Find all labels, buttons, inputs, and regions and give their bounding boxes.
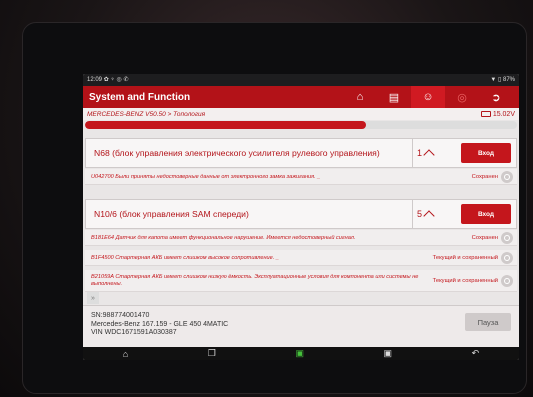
vehicle-model: Mercedes-Benz 167.159 - GLE 450 4MATIC	[91, 320, 229, 328]
dtc-status: Сохранен	[471, 173, 498, 180]
chevron-up-icon[interactable]	[423, 210, 435, 222]
dtc-description: B181E64 Датчик для капота имеет функцион…	[91, 234, 356, 241]
search-icon[interactable]	[501, 170, 513, 183]
serial-number: SN:988774001470	[91, 312, 150, 319]
enter-button-wrap: Вход	[456, 139, 516, 167]
search-icon[interactable]	[501, 231, 513, 244]
dtc-description: U042700 Были приняты недостоверные данны…	[91, 173, 321, 180]
dtc-description: B21059A Стартерная АКБ имеет слишком низ…	[91, 273, 419, 287]
battery-icon	[480, 111, 491, 117]
recent-apps-icon[interactable]: ❐	[208, 348, 216, 359]
module-name: N68 (блок управления электрического усил…	[94, 148, 380, 158]
voltage-value: 15.02V	[492, 110, 515, 118]
person-icon[interactable]: ☺	[411, 86, 445, 108]
voltage-indicator: 15.02V	[480, 110, 515, 118]
screenshot-icon[interactable]: ▣	[384, 348, 393, 359]
dtc-row[interactable]: B1F4500 Стартерная АКБ имеет слишком выс…	[85, 250, 517, 266]
fault-count[interactable]: 5	[412, 200, 456, 228]
dtc-description: B1F4500 Стартерная АКБ имеет слишком выс…	[91, 254, 279, 261]
fault-count[interactable]: 1	[412, 139, 456, 167]
search-icon[interactable]	[501, 251, 513, 264]
system-status-icons: ▼ ▯ 87%	[490, 77, 515, 83]
dtc-row[interactable]: B181E64 Датчик для капота имеет функцион…	[85, 230, 517, 246]
scan-progress-bar	[85, 121, 517, 129]
module-name: N10/6 (блок управления SAM спереди)	[94, 209, 249, 219]
vehicle-info-panel: SN:988774001470 Mercedes-Benz 167.159 - …	[83, 305, 519, 347]
report-icon[interactable]: ▤	[377, 86, 411, 108]
fault-count-value: 1	[417, 148, 423, 158]
clock: 12:09	[87, 77, 103, 83]
dtc-status: Текущий и сохраненный	[432, 277, 498, 284]
dtc-status: Сохранен	[471, 234, 498, 241]
car-diagnostic-icon[interactable]: ▣	[295, 348, 304, 359]
dtc-status: Текущий и сохраненный	[432, 254, 498, 261]
vin: VIN WDC1671591A030387	[91, 329, 177, 336]
title-bar: System and Function ⌂ ▤ ☺ ◎ ➲	[83, 86, 519, 108]
module-row-n68[interactable]: N68 (блок управления электрического усил…	[85, 138, 517, 168]
collapse-icon[interactable]: »	[87, 292, 99, 304]
pause-button[interactable]: Пауза	[465, 313, 511, 331]
scan-progress-fill	[85, 121, 366, 129]
vehicle-info: SN:988774001470 Mercedes-Benz 167.159 - …	[91, 312, 228, 338]
status-bar: 12:09 ✿ ♆ ◎ ✆ ▼ ▯ 87%	[83, 74, 519, 86]
page-title: System and Function	[89, 91, 191, 103]
tablet-screen: 12:09 ✿ ♆ ◎ ✆ ▼ ▯ 87% System and Functio…	[83, 74, 519, 360]
enter-button[interactable]: Вход	[461, 143, 511, 163]
dtc-row[interactable]: U042700 Были приняты недостоверные данны…	[85, 169, 517, 185]
module-row-n10-6[interactable]: N10/6 (блок управления SAM спереди) 5 Вх…	[85, 199, 517, 229]
record-icon[interactable]: ◎	[445, 86, 479, 108]
search-icon[interactable]	[501, 274, 513, 287]
fault-count-value: 5	[417, 209, 423, 219]
dtc-row[interactable]: B21059A Стартерная АКБ имеет слишком низ…	[85, 270, 517, 292]
home-nav-icon[interactable]: ⌂	[123, 349, 128, 359]
enter-button-wrap: Вход	[456, 200, 516, 228]
exit-icon[interactable]: ➲	[479, 86, 513, 108]
breadcrumb-bar: MERCEDES-BENZ V50.50 > Топология 15.02V	[83, 108, 519, 120]
notification-icons: ✿ ♆ ◎ ✆	[103, 77, 129, 83]
enter-button[interactable]: Вход	[461, 204, 511, 224]
home-icon[interactable]: ⌂	[343, 86, 377, 108]
chevron-up-icon[interactable]	[423, 149, 435, 161]
breadcrumb: MERCEDES-BENZ V50.50 > Топология	[87, 110, 206, 118]
android-nav-bar: ⌂ ❐ ▣ ▣ ↶	[83, 347, 519, 360]
back-icon[interactable]: ↶	[472, 348, 480, 359]
